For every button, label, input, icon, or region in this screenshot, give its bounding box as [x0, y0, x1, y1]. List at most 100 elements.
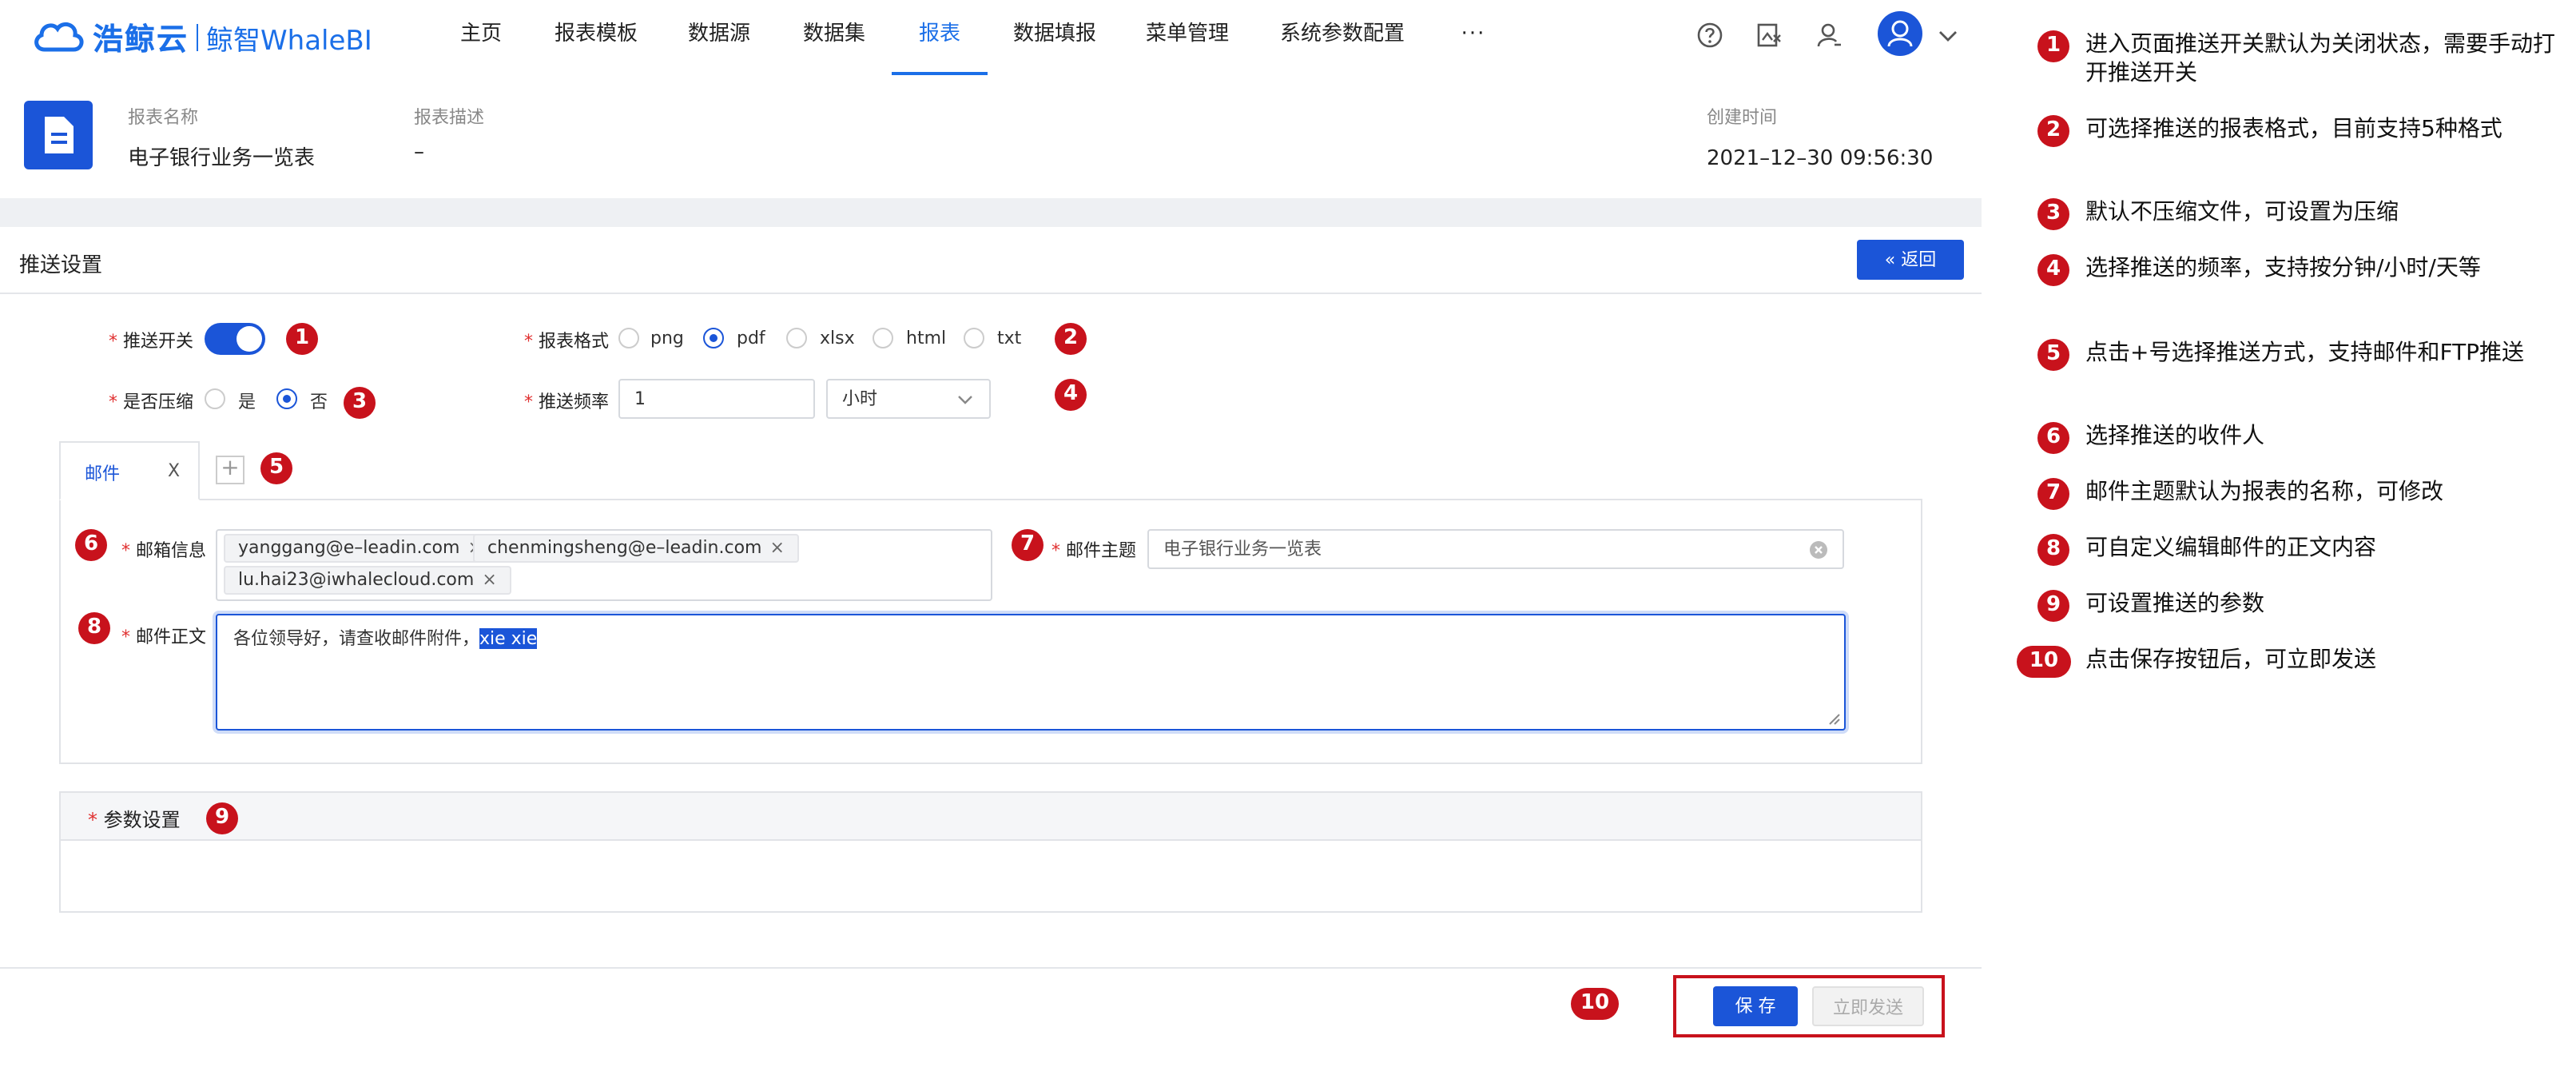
- export-image-icon[interactable]: [1753, 19, 1785, 51]
- compress-label: * 是否压缩: [109, 392, 193, 412]
- tab-email[interactable]: 邮件 X: [59, 441, 200, 500]
- format-radio-png[interactable]: [618, 328, 639, 348]
- note-item: 4 选择推送的频率，支持按分钟/小时/天等: [2017, 254, 2560, 318]
- note-text: 进入页面推送开关默认为关闭状态，需要手动打开推送开关: [2085, 32, 2555, 86]
- note-item: 6 选择推送的收件人: [2017, 422, 2560, 454]
- callout-badge-7: 7: [1012, 529, 1044, 561]
- note-text: 选择推送的收件人: [2085, 424, 2264, 449]
- note-text: 点击保存按钮后，可立即发送: [2085, 647, 2376, 673]
- note-item: 8 可自定义编辑邮件的正文内容: [2017, 534, 2560, 566]
- footer-divider: [0, 967, 1982, 969]
- body-textarea[interactable]: 各位领导好，请查收邮件附件，xie xie: [216, 614, 1846, 731]
- subject-label: * 邮件主题: [1051, 540, 1136, 561]
- logo[interactable]: 浩鲸云 鲸智WhaleBI: [32, 14, 372, 59]
- format-radio-pdf[interactable]: [703, 328, 724, 348]
- body-label: * 邮件正文: [121, 627, 206, 647]
- note-text: 邮件主题默认为报表的名称，可修改: [2085, 480, 2443, 505]
- report-name-value: 电子银行业务一览表: [128, 147, 316, 171]
- report-doc-icon: [24, 101, 93, 169]
- divider: [0, 293, 1982, 294]
- created-time-value: 2021–12–30 09:56:30: [1707, 147, 1934, 171]
- body-text: 各位领导好，请查收邮件附件，xie xie: [233, 625, 538, 651]
- back-button[interactable]: « 返回: [1857, 240, 1964, 280]
- note-text: 可设置推送的参数: [2085, 591, 2264, 617]
- format-radio-html[interactable]: [873, 328, 893, 348]
- format-option-png: png: [650, 328, 684, 348]
- help-icon[interactable]: [1694, 19, 1726, 51]
- note-item: 10 点击保存按钮后，可立即发送: [2017, 646, 2560, 678]
- callout-badge-2: 2: [1055, 323, 1087, 355]
- note-item: 2 可选择推送的报表格式，目前支持5种格式: [2017, 115, 2560, 179]
- user-icon: [1887, 20, 1913, 47]
- nav-report-templates[interactable]: 报表模板: [548, 0, 644, 75]
- callout-badge-10: 10: [1571, 988, 1619, 1020]
- push-switch-toggle[interactable]: [205, 323, 265, 355]
- frequency-value-input[interactable]: 1: [618, 379, 815, 419]
- resize-handle-icon[interactable]: [1828, 713, 1841, 726]
- format-option-pdf: pdf: [737, 328, 765, 348]
- report-info-bar: [0, 75, 1982, 198]
- double-chevron-left-icon: «: [1884, 249, 1896, 270]
- logo-separator: [197, 23, 199, 50]
- note-text: 可自定义编辑邮件的正文内容: [2085, 536, 2376, 561]
- push-settings-title: 推送设置: [19, 254, 103, 278]
- note-text: 可选择推送的报表格式，目前支持5种格式: [2085, 117, 2502, 142]
- nav-home[interactable]: 主页: [447, 0, 515, 75]
- tab-close-icon[interactable]: X: [168, 460, 180, 481]
- report-desc-value: –: [414, 141, 424, 165]
- report-name-label: 报表名称: [128, 107, 198, 128]
- push-switch-label: * 推送开关: [109, 331, 193, 352]
- send-now-button[interactable]: 立即发送: [1812, 986, 1924, 1026]
- callout-badge-1: 1: [286, 323, 318, 355]
- chevron-down-icon[interactable]: [1937, 24, 1959, 46]
- note-badge: 8: [2037, 534, 2069, 566]
- user-settings-icon[interactable]: [1814, 19, 1846, 51]
- compress-radio-yes[interactable]: [205, 388, 225, 409]
- recipient-tag[interactable]: chenmingsheng@e–leadin.com ×: [473, 534, 799, 563]
- report-desc-label: 报表描述: [414, 107, 484, 128]
- recipient-tag[interactable]: yanggang@e–leadin.com×: [224, 534, 497, 563]
- compress-option-no: 否: [310, 392, 328, 412]
- nav-system-params[interactable]: 系统参数配置: [1274, 0, 1411, 75]
- note-item: 7 邮件主题默认为报表的名称，可修改: [2017, 478, 2560, 510]
- nav-dataset[interactable]: 数据集: [796, 0, 873, 75]
- nav-reports[interactable]: 报表: [892, 0, 988, 75]
- note-badge: 9: [2037, 590, 2069, 622]
- nav-data-fill[interactable]: 数据填报: [1007, 0, 1103, 75]
- compress-option-yes: 是: [238, 392, 256, 412]
- add-tab-button[interactable]: +: [216, 456, 244, 484]
- frequency-unit-select[interactable]: 小时: [826, 379, 991, 419]
- clear-input-icon[interactable]: [1809, 540, 1828, 559]
- note-badge: 7: [2037, 478, 2069, 510]
- frequency-unit-value: 小时: [842, 388, 877, 409]
- callout-badge-6: 6: [75, 529, 107, 561]
- nav-datasource[interactable]: 数据源: [681, 0, 757, 75]
- format-radio-txt[interactable]: [964, 328, 984, 348]
- callout-badge-8: 8: [78, 612, 110, 644]
- note-badge: 1: [2037, 30, 2069, 62]
- chevron-down-icon: [958, 396, 972, 404]
- note-text: 默认不压缩文件，可设置为压缩: [2085, 200, 2399, 225]
- remove-tag-icon[interactable]: ×: [770, 537, 785, 558]
- params-title: * 参数设置: [88, 809, 181, 831]
- remove-tag-icon[interactable]: ×: [482, 569, 496, 590]
- report-format-label: * 报表格式: [524, 331, 609, 352]
- tab-email-label: 邮件: [85, 464, 120, 484]
- params-panel-header: [61, 793, 1921, 841]
- format-radio-xlsx[interactable]: [786, 328, 807, 348]
- body-text-selected: xie xie: [479, 628, 538, 649]
- avatar[interactable]: [1878, 11, 1922, 56]
- compress-radio-no[interactable]: [276, 388, 297, 409]
- nav-menu-management[interactable]: 菜单管理: [1139, 0, 1235, 75]
- note-badge: 10: [2017, 646, 2071, 678]
- section-divider: [0, 198, 1982, 227]
- save-button[interactable]: 保 存: [1713, 986, 1798, 1026]
- note-badge: 2: [2037, 115, 2069, 147]
- body-text-plain: 各位领导好，请查收邮件附件，: [233, 628, 479, 649]
- note-badge: 3: [2037, 198, 2069, 230]
- back-button-label: 返回: [1901, 249, 1937, 270]
- note-badge: 4: [2037, 254, 2069, 286]
- subject-input[interactable]: 电子银行业务一览表: [1147, 529, 1844, 569]
- recipient-tag[interactable]: lu.hai23@iwhalecloud.com ×: [224, 566, 511, 595]
- nav-more[interactable]: ···: [1449, 0, 1497, 75]
